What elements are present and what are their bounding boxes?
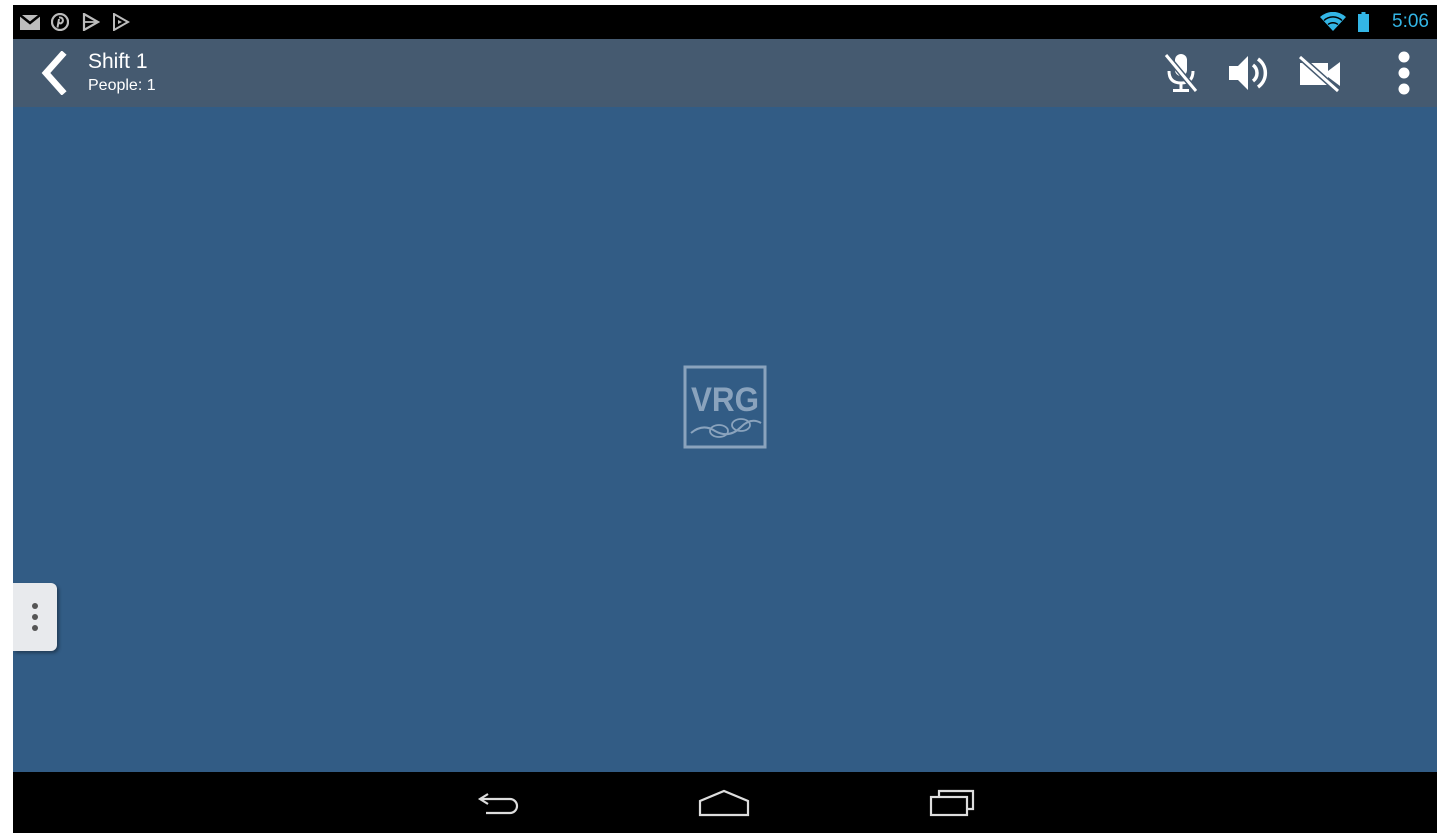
play-store-icon[interactable] [79, 5, 103, 39]
people-count: People: 1 [88, 77, 156, 94]
speaker-button[interactable] [1221, 47, 1277, 99]
navigation-bar [13, 772, 1437, 833]
speaker-icon [1229, 56, 1268, 90]
video-area[interactable]: VRG [13, 107, 1437, 772]
toggle-video-button[interactable] [1293, 47, 1349, 99]
gmail-icon[interactable] [17, 5, 43, 39]
device-screen: 5:06 Shift 1 People: 1 VRG [13, 5, 1437, 833]
pinterest-icon[interactable] [47, 5, 73, 39]
status-bar: 5:06 [13, 5, 1437, 39]
vrg-logo: VRG [683, 365, 767, 449]
vertical-dots-icon [32, 603, 38, 631]
wifi-icon [1319, 5, 1347, 39]
back-button[interactable] [27, 47, 79, 99]
mic-off-icon [1163, 53, 1199, 93]
conversation-header[interactable]: Shift 1 People: 1 [88, 49, 156, 97]
back-nav-icon [477, 793, 519, 815]
nav-back-button[interactable] [459, 778, 539, 828]
status-time: 5:06 [1392, 11, 1429, 32]
video-off-icon [1297, 54, 1341, 94]
action-bar: Shift 1 People: 1 [13, 39, 1437, 107]
logo-text: VRG [691, 381, 759, 419]
recents-nav-icon [929, 789, 975, 817]
participants-drawer-handle[interactable] [13, 583, 57, 651]
nav-home-button[interactable] [684, 778, 764, 828]
play-music-icon[interactable] [109, 5, 133, 39]
overflow-menu-icon [1398, 51, 1410, 95]
page-title: Shift 1 [88, 50, 148, 73]
mute-microphone-button[interactable] [1153, 47, 1209, 99]
chevron-left-icon [41, 51, 67, 95]
home-nav-icon [698, 789, 750, 817]
nav-recents-button[interactable] [911, 778, 991, 828]
overflow-menu-button[interactable] [1376, 47, 1432, 99]
battery-icon [1353, 5, 1373, 39]
